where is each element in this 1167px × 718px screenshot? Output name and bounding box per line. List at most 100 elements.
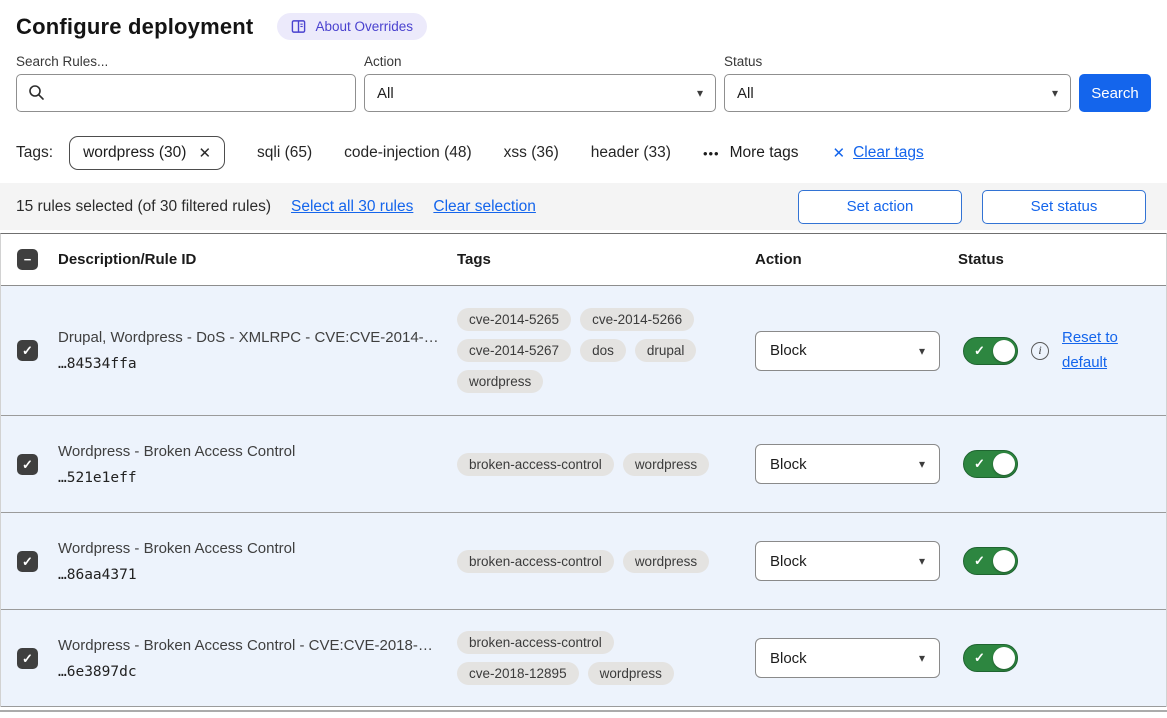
tag-pill: wordpress [623,453,709,476]
set-status-button[interactable]: Set status [982,190,1146,224]
rule-tags: broken-access-control wordpress [457,443,729,486]
table-row: ✓ Wordpress - Broken Access Control …86a… [1,513,1166,610]
action-select-value: Block [770,650,807,667]
column-header-status: Status [958,251,1166,268]
chevron-down-icon: ▾ [919,554,925,568]
rule-description: Wordpress - Broken Access Control - CVE:… [58,637,443,654]
set-action-button[interactable]: Set action [798,190,962,224]
chevron-down-icon: ▾ [919,651,925,665]
table-header-row: − Description/Rule ID Tags Action Status [1,234,1166,286]
search-rules-label: Search Rules... [16,54,356,69]
rule-description: Wordpress - Broken Access Control [58,540,443,557]
row-checkbox[interactable]: ✓ [17,648,38,669]
chevron-down-icon: ▾ [919,344,925,358]
about-overrides-badge[interactable]: About Overrides [277,13,427,40]
action-select[interactable]: Block ▾ [755,541,940,581]
action-select[interactable]: Block ▾ [755,444,940,484]
action-select-value: Block [770,553,807,570]
select-all-link[interactable]: Select all 30 rules [291,198,413,216]
rule-tags: broken-access-control wordpress [457,540,729,583]
tag-pill: dos [580,339,626,362]
toggle-knob [993,453,1015,475]
toggle-knob [993,550,1015,572]
more-tags-label: More tags [730,144,799,162]
more-tags-button[interactable]: ••• More tags [703,144,799,162]
row-checkbox[interactable]: ✓ [17,340,38,361]
tag-filter-code-injection[interactable]: code-injection (48) [344,144,472,162]
select-all-checkbox[interactable]: − [17,249,38,270]
info-icon[interactable]: i [1031,342,1049,360]
check-icon: ✓ [974,553,985,569]
action-select-value: Block [770,456,807,473]
table-row: ✓ Drupal, Wordpress - DoS - XMLRPC - CVE… [1,286,1166,416]
tag-pill: wordpress [623,550,709,573]
selected-tag-chip-wordpress[interactable]: wordpress (30) ✕ [69,136,225,170]
selected-tag-label: wordpress (30) [83,144,186,162]
search-icon [28,84,45,105]
column-header-action: Action [755,251,958,268]
table-row: ✓ Wordpress - Broken Access Control …521… [1,416,1166,513]
check-icon: ✓ [974,456,985,472]
tag-filter-xss[interactable]: xss (36) [504,144,559,162]
rule-id: …86aa4371 [58,567,443,583]
tag-pill: cve-2014-5267 [457,339,571,362]
row-checkbox[interactable]: ✓ [17,454,38,475]
status-filter-value: All [737,85,754,102]
chevron-down-icon: ▾ [1052,86,1058,100]
tag-pill: wordpress [457,370,543,393]
rule-description: Wordpress - Broken Access Control [58,443,443,460]
status-filter-select[interactable]: All ▾ [724,74,1071,112]
action-filter-label: Action [364,54,716,69]
filters-row: Search Rules... Action All ▾ Status All … [0,40,1167,112]
column-header-tags: Tags [457,251,755,268]
tag-pill: cve-2014-5266 [580,308,694,331]
reset-to-default-link[interactable]: Reset to default [1062,326,1126,376]
row-checkbox[interactable]: ✓ [17,551,38,572]
tag-pill: broken-access-control [457,550,614,573]
clear-tags-label: Clear tags [853,144,924,162]
page-header: Configure deployment About Overrides [0,0,1167,40]
tag-pill: wordpress [588,662,674,685]
search-rules-input[interactable] [16,74,356,112]
status-filter-label: Status [724,54,1071,69]
status-toggle[interactable]: ✓ [963,547,1018,575]
check-icon: ✓ [974,650,985,666]
action-select[interactable]: Block ▾ [755,638,940,678]
status-toggle[interactable]: ✓ [963,337,1018,365]
next-row-edge [0,710,1167,712]
clear-selection-link[interactable]: Clear selection [433,198,536,216]
tag-pill: drupal [635,339,697,362]
rule-id: …84534ffa [58,356,443,372]
close-icon[interactable]: ✕ [198,144,211,162]
action-select[interactable]: Block ▾ [755,331,940,371]
tag-filter-header[interactable]: header (33) [591,144,671,162]
tag-pill: broken-access-control [457,453,614,476]
selection-summary: 15 rules selected (of 30 filtered rules) [16,198,271,216]
clear-tags-link[interactable]: ✕ Clear tags [833,144,924,162]
search-button[interactable]: Search [1079,74,1151,112]
selection-bar: 15 rules selected (of 30 filtered rules)… [0,183,1167,230]
action-select-value: Block [770,342,807,359]
rule-id: …521e1eff [58,470,443,486]
status-toggle[interactable]: ✓ [963,644,1018,672]
column-header-description: Description/Rule ID [58,251,457,268]
status-toggle[interactable]: ✓ [963,450,1018,478]
action-filter-value: All [377,85,394,102]
about-overrides-label: About Overrides [315,19,413,34]
toggle-knob [993,340,1015,362]
rule-id: …6e3897dc [58,664,443,680]
tag-filter-sqli[interactable]: sqli (65) [257,144,312,162]
page-title: Configure deployment [16,14,253,40]
rule-description: Drupal, Wordpress - DoS - XMLRPC - CVE:C… [58,329,443,346]
check-icon: ✓ [974,343,985,359]
ellipsis-icon: ••• [703,146,720,161]
action-filter-select[interactable]: All ▾ [364,74,716,112]
book-icon [291,19,306,34]
tag-pill: cve-2014-5265 [457,308,571,331]
rules-table: − Description/Rule ID Tags Action Status… [0,233,1167,707]
close-icon: ✕ [833,144,846,162]
tag-pill: broken-access-control [457,631,614,654]
table-row: ✓ Wordpress - Broken Access Control - CV… [1,610,1166,707]
rule-tags: broken-access-control cve-2018-12895 wor… [457,621,729,695]
chevron-down-icon: ▾ [919,457,925,471]
